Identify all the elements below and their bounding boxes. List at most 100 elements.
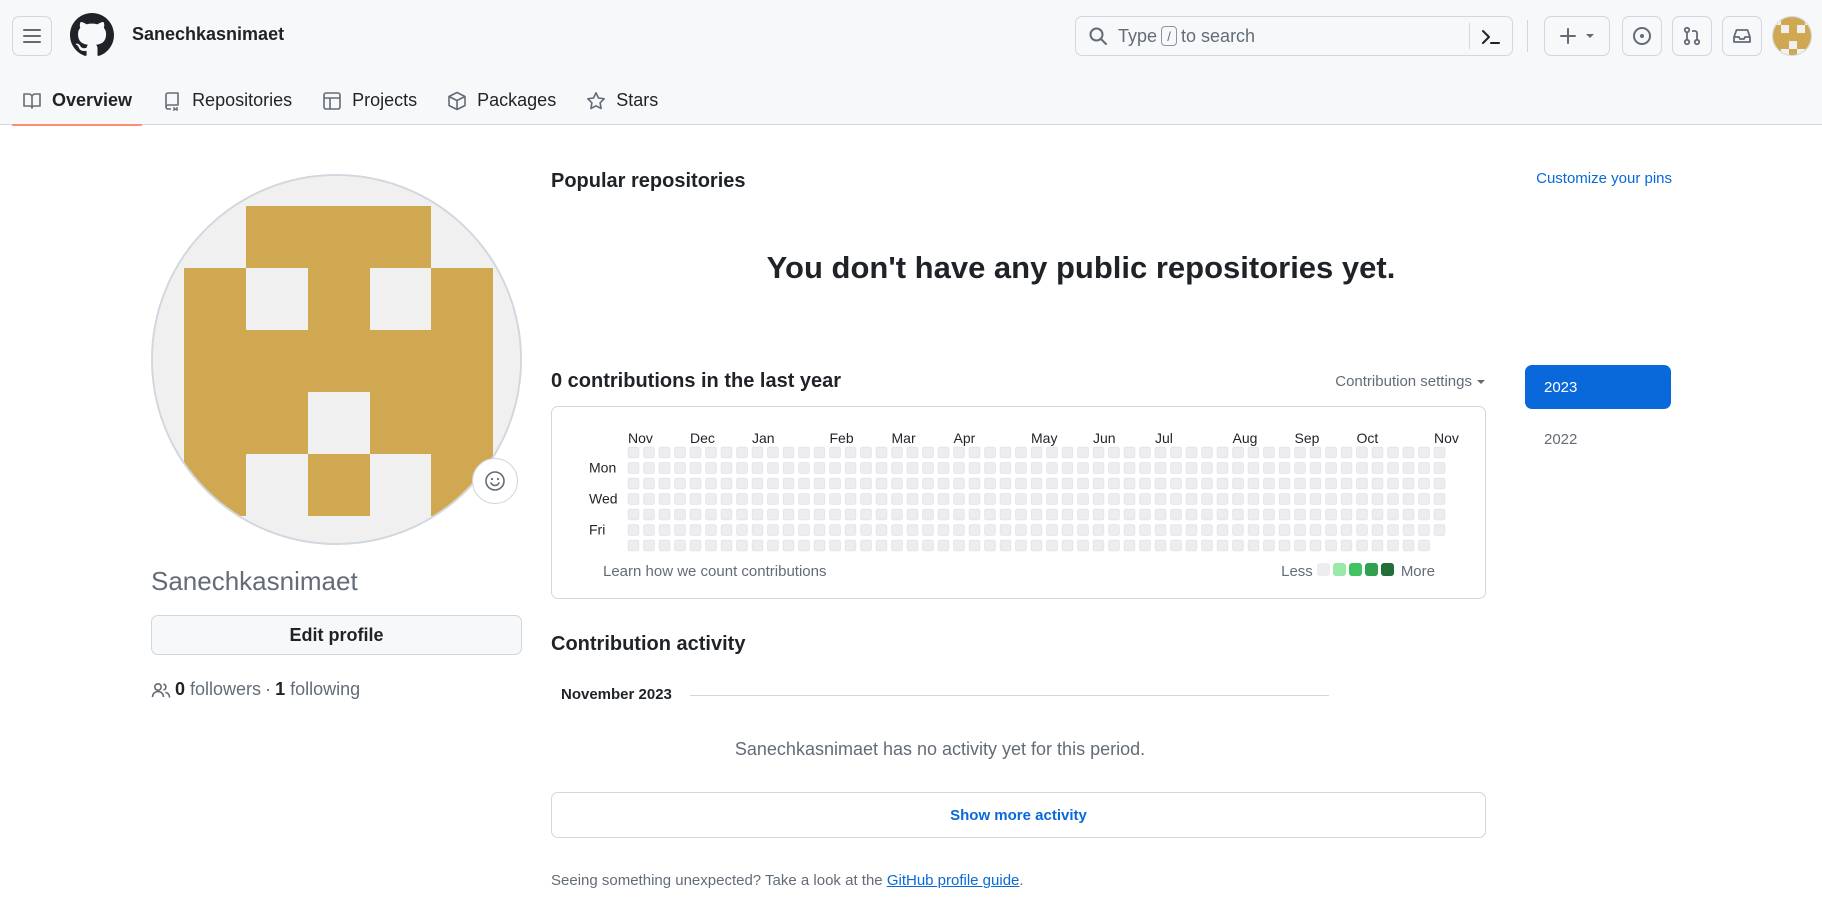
day-cell[interactable]: [736, 493, 748, 505]
pull-requests-button[interactable]: [1672, 16, 1712, 56]
day-cell[interactable]: [999, 446, 1012, 459]
day-cell[interactable]: [705, 539, 717, 552]
day-cell[interactable]: [875, 524, 888, 536]
day-cell[interactable]: [751, 446, 764, 459]
day-cell[interactable]: [1154, 524, 1167, 536]
day-cell[interactable]: [1170, 539, 1182, 552]
day-cell[interactable]: [689, 462, 702, 474]
day-cell[interactable]: [844, 539, 857, 552]
day-cell[interactable]: [674, 539, 686, 552]
edit-profile-button[interactable]: Edit profile: [151, 615, 522, 655]
day-cell[interactable]: [1356, 462, 1368, 474]
day-cell[interactable]: [1418, 477, 1430, 490]
day-cell[interactable]: [1356, 477, 1368, 490]
day-cell[interactable]: [829, 524, 841, 536]
day-cell[interactable]: [1356, 524, 1368, 536]
day-cell[interactable]: [1387, 539, 1399, 552]
day-cell[interactable]: [1061, 493, 1074, 505]
day-cell[interactable]: [1077, 446, 1089, 459]
day-cell[interactable]: [1263, 539, 1275, 552]
day-cell[interactable]: [1030, 446, 1043, 459]
day-cell[interactable]: [720, 524, 733, 536]
day-cell[interactable]: [984, 493, 996, 505]
day-cell[interactable]: [720, 493, 733, 505]
day-cell[interactable]: [1356, 508, 1368, 521]
day-cell[interactable]: [1340, 477, 1353, 490]
day-cell[interactable]: [1247, 446, 1260, 459]
day-cell[interactable]: [1402, 539, 1415, 552]
day-cell[interactable]: [767, 462, 779, 474]
tab-repositories[interactable]: Repositories: [152, 76, 302, 125]
day-cell[interactable]: [999, 462, 1012, 474]
day-cell[interactable]: [798, 524, 810, 536]
day-cell[interactable]: [736, 524, 748, 536]
day-cell[interactable]: [751, 524, 764, 536]
day-cell[interactable]: [767, 508, 779, 521]
day-cell[interactable]: [1325, 508, 1337, 521]
day-cell[interactable]: [1046, 493, 1058, 505]
day-cell[interactable]: [891, 524, 903, 536]
day-cell[interactable]: [999, 477, 1012, 490]
day-cell[interactable]: [922, 539, 934, 552]
day-cell[interactable]: [1077, 508, 1089, 521]
day-cell[interactable]: [953, 539, 965, 552]
day-cell[interactable]: [875, 493, 888, 505]
day-cell[interactable]: [1433, 462, 1446, 474]
day-cell[interactable]: [1216, 508, 1229, 521]
day-cell[interactable]: [1015, 524, 1027, 536]
day-cell[interactable]: [689, 524, 702, 536]
day-cell[interactable]: [1325, 524, 1337, 536]
inbox-button[interactable]: [1722, 16, 1762, 56]
day-cell[interactable]: [782, 462, 795, 474]
day-cell[interactable]: [643, 462, 655, 474]
day-cell[interactable]: [1294, 524, 1306, 536]
show-more-activity-button[interactable]: Show more activity: [551, 792, 1486, 838]
day-cell[interactable]: [1030, 524, 1043, 536]
day-cell[interactable]: [1263, 446, 1275, 459]
day-cell[interactable]: [1278, 508, 1291, 521]
followers-link[interactable]: 0 followers: [175, 679, 261, 700]
day-cell[interactable]: [1309, 539, 1322, 552]
day-cell[interactable]: [906, 508, 919, 521]
customize-pins-link[interactable]: Customize your pins: [1536, 170, 1672, 187]
day-cell[interactable]: [1294, 462, 1306, 474]
day-cell[interactable]: [906, 462, 919, 474]
day-cell[interactable]: [1402, 462, 1415, 474]
day-cell[interactable]: [720, 477, 733, 490]
day-cell[interactable]: [1185, 477, 1198, 490]
day-cell[interactable]: [953, 493, 965, 505]
day-cell[interactable]: [767, 524, 779, 536]
day-cell[interactable]: [1278, 539, 1291, 552]
day-cell[interactable]: [1294, 446, 1306, 459]
day-cell[interactable]: [751, 539, 764, 552]
day-cell[interactable]: [1263, 508, 1275, 521]
day-cell[interactable]: [1263, 524, 1275, 536]
day-cell[interactable]: [1092, 524, 1105, 536]
day-cell[interactable]: [1433, 477, 1446, 490]
day-cell[interactable]: [1061, 508, 1074, 521]
day-cell[interactable]: [891, 446, 903, 459]
day-cell[interactable]: [1247, 524, 1260, 536]
day-cell[interactable]: [906, 446, 919, 459]
day-cell[interactable]: [1092, 462, 1105, 474]
day-cell[interactable]: [1185, 493, 1198, 505]
day-cell[interactable]: [1139, 493, 1151, 505]
day-cell[interactable]: [1139, 539, 1151, 552]
day-cell[interactable]: [1247, 508, 1260, 521]
day-cell[interactable]: [1077, 524, 1089, 536]
day-cell[interactable]: [798, 446, 810, 459]
day-cell[interactable]: [968, 477, 981, 490]
day-cell[interactable]: [658, 508, 671, 521]
day-cell[interactable]: [937, 493, 950, 505]
day-cell[interactable]: [1340, 524, 1353, 536]
day-cell[interactable]: [658, 524, 671, 536]
day-cell[interactable]: [751, 462, 764, 474]
day-cell[interactable]: [1185, 508, 1198, 521]
menu-button[interactable]: [12, 16, 52, 56]
set-status-button[interactable]: [472, 458, 518, 504]
day-cell[interactable]: [891, 493, 903, 505]
day-cell[interactable]: [627, 508, 640, 521]
day-cell[interactable]: [1185, 524, 1198, 536]
day-cell[interactable]: [1046, 508, 1058, 521]
day-cell[interactable]: [813, 462, 826, 474]
